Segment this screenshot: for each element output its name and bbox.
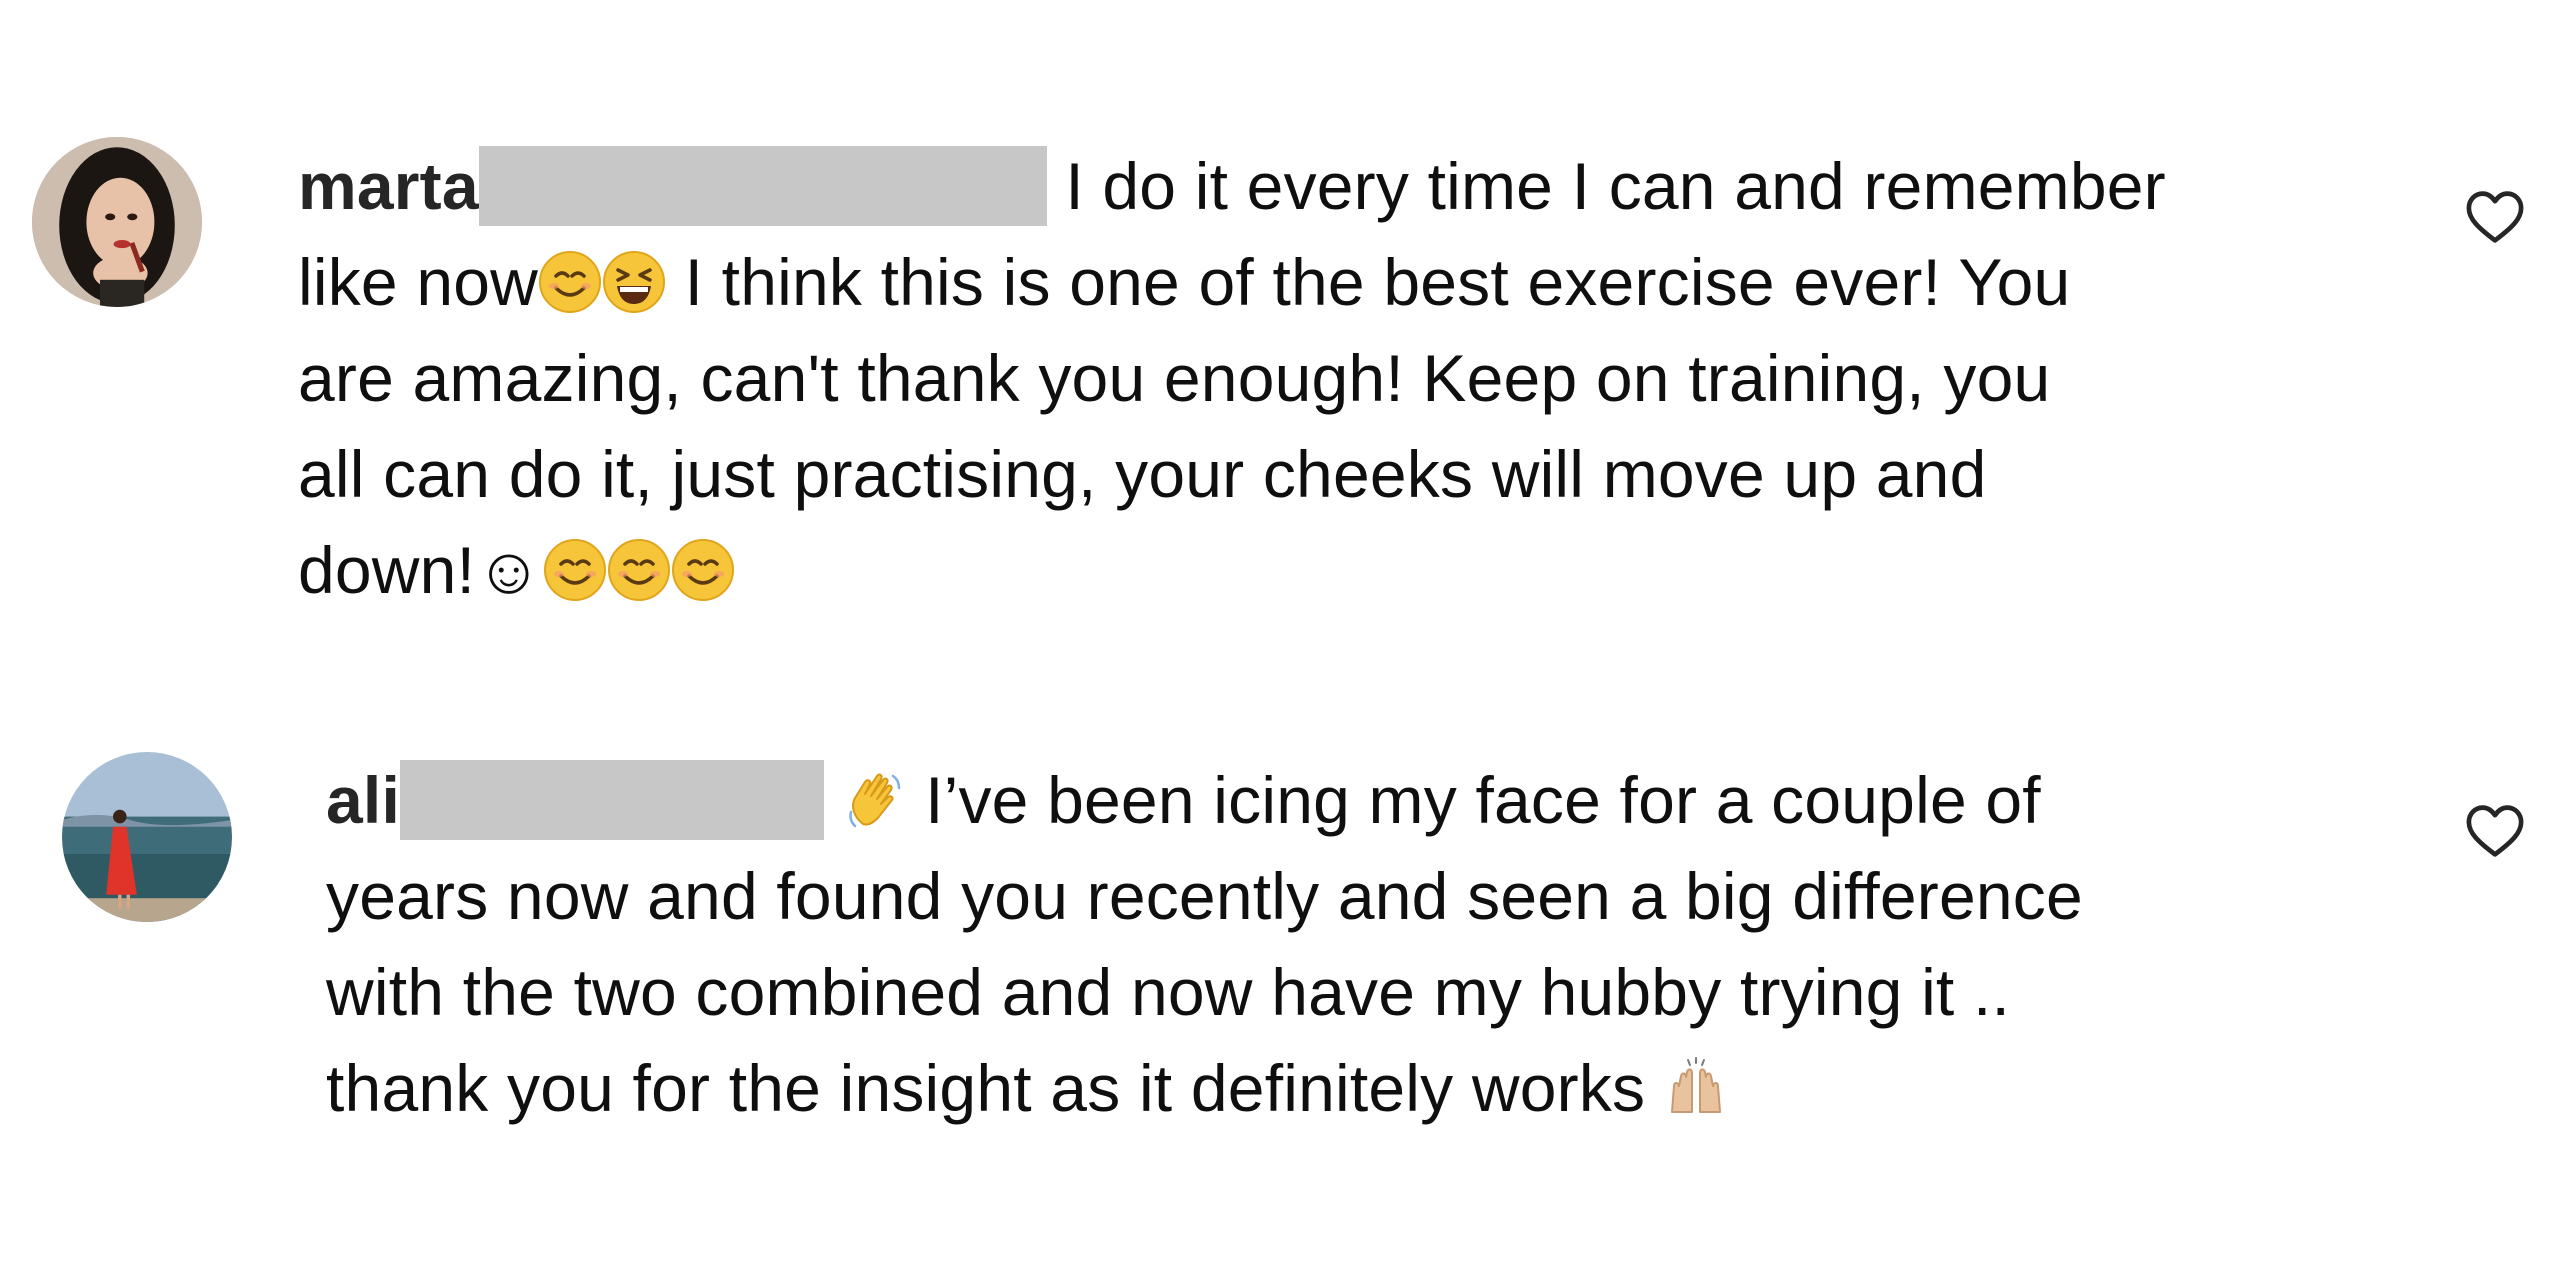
avatar-photo-icon [32,137,202,307]
comment-text: down! [298,533,476,607]
comment-body: marta I do it every time I can and remem… [298,138,2418,618]
comment-text: thank you for the insight as it definite… [326,1051,1646,1125]
comment-line: ali I’ve been icing my face for a couple… [326,752,2426,848]
redacted-block [399,759,824,840]
comment-line: down!☺ [298,522,2418,618]
comment-line: with the two combined and now have my hu… [326,944,2426,1040]
comment-line: like now I think this is one of the best… [298,234,2418,330]
comment-text: all can do it, just practising, your che… [298,437,1987,511]
comment-text: like now [298,245,539,319]
waving-hand-emoji-icon [843,768,907,832]
comment-line: marta I do it every time I can and remem… [298,138,2418,234]
comment-text: I’ve been icing my face for a couple of [925,763,2041,837]
comment-line: years now and found you recently and see… [326,848,2426,944]
comment-text: I do it every time I can and remember [1065,149,2166,223]
heart-outline-icon [2466,191,2524,243]
comment-username[interactable]: ali [326,763,400,837]
smiling-face-emoji-icon [607,538,671,602]
smiling-face-emoji-icon [543,538,607,602]
avatar[interactable] [62,752,232,922]
comment-line: all can do it, just practising, your che… [298,426,2418,522]
like-button[interactable] [2462,184,2528,250]
comment-text: years now and found you recently and see… [326,859,2083,933]
smiling-face-emoji-icon [538,250,602,314]
raising-hands-emoji-icon [1664,1056,1728,1120]
like-button[interactable] [2462,798,2528,864]
comment-username[interactable]: marta [298,149,479,223]
comment-text: I think this is one of the best exercise… [666,245,2071,319]
avatar-photo-icon [62,752,232,922]
comment-line: are amazing, can't thank you enough! Kee… [298,330,2418,426]
smiling-face-emoji-icon [671,538,735,602]
avatar[interactable] [32,137,202,307]
comment-text: are amazing, can't thank you enough! Kee… [298,341,2051,415]
heart-outline-icon [2466,805,2524,857]
comment-body: ali I’ve been icing my face for a couple… [326,752,2426,1136]
comment-line: thank you for the insight as it definite… [326,1040,2426,1136]
white-smiling-face-glyph: ☺ [475,533,543,607]
comment-text: with the two combined and now have my hu… [326,955,2011,1029]
redacted-block [478,145,1047,226]
laughing-face-emoji-icon [602,250,666,314]
